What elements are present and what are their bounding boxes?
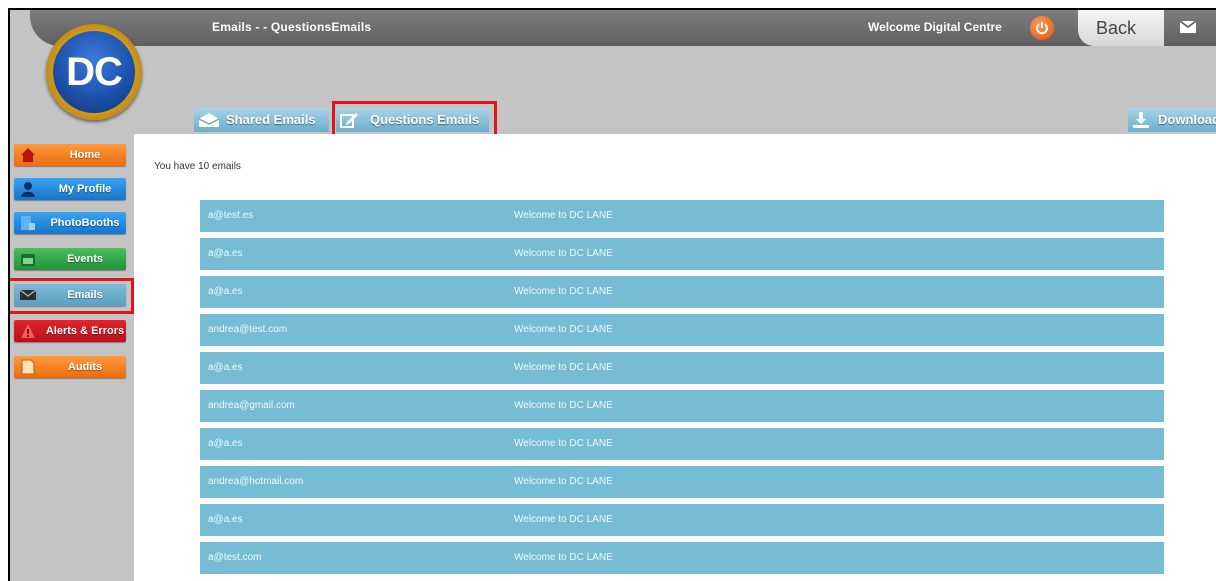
email-subject: Welcome to DC LANE: [514, 248, 613, 259]
table-row[interactable]: andrea@test.com Welcome to DC LANE: [200, 314, 1164, 346]
page-title: Emails - - QuestionsEmails: [212, 20, 372, 34]
sidebar-item-label: Home: [69, 149, 101, 161]
envelope-open-icon: [198, 112, 220, 136]
calendar-icon: [20, 251, 36, 267]
sidebar-item-label: My Profile: [58, 183, 112, 195]
power-icon[interactable]: [1030, 16, 1054, 40]
email-address: a@a.es: [208, 438, 243, 449]
email-address: a@a.es: [208, 362, 243, 373]
email-subject: Welcome to DC LANE: [514, 514, 613, 525]
download-label: Download: [1158, 112, 1216, 127]
home-icon: [20, 147, 36, 163]
warning-icon: [20, 323, 36, 339]
edit-icon: [340, 112, 360, 136]
sidebar-item-home[interactable]: Home: [14, 144, 126, 166]
sidebar-item-label: Events: [66, 253, 104, 265]
main-content: You have 10 emails a@test.es Welcome to D…: [134, 134, 1216, 581]
tab-label: Shared Emails: [226, 112, 316, 127]
document-icon: [20, 359, 36, 375]
email-subject: Welcome to DC LANE: [514, 400, 613, 411]
email-address: a@a.es: [208, 286, 243, 297]
table-row[interactable]: a@a.es Welcome to DC LANE: [200, 428, 1164, 460]
sidebar-item-emails[interactable]: Emails: [14, 284, 126, 306]
sidebar-item-label: Audits: [67, 361, 103, 373]
email-address: andrea@hotmail.com: [208, 476, 304, 487]
email-address: andrea@gmail.com: [208, 400, 295, 411]
email-count: You have 10 emails: [154, 161, 241, 172]
sidebar-item-audits[interactable]: Audits: [14, 356, 126, 378]
email-address: a@test.es: [208, 210, 254, 221]
top-bar: Emails - - QuestionsEmails Welcome Digit…: [30, 10, 1216, 46]
email-subject: Welcome to DC LANE: [514, 324, 613, 335]
table-row[interactable]: andrea@hotmail.com Welcome to DC LANE: [200, 466, 1164, 498]
email-subject: Welcome to DC LANE: [514, 476, 613, 487]
email-subject: Welcome to DC LANE: [514, 210, 613, 221]
table-row[interactable]: a@a.es Welcome to DC LANE: [200, 276, 1164, 308]
sidebar-item-photobooths[interactable]: PhotoBooths: [14, 212, 126, 234]
email-subject: Welcome to DC LANE: [514, 438, 613, 449]
email-list: a@test.es Welcome to DC LANE a@a.es Welcom…: [200, 200, 1164, 580]
sidebar-item-label: PhotoBooths: [50, 217, 120, 229]
mail-icon[interactable]: [1179, 20, 1197, 38]
email-address: a@a.es: [208, 248, 243, 259]
email-subject: Welcome to DC LANE: [514, 552, 613, 563]
photobooth-icon: [20, 215, 36, 231]
welcome-text: Welcome Digital Centre: [868, 20, 1002, 34]
table-row[interactable]: a@a.es Welcome to DC LANE: [200, 238, 1164, 270]
table-row[interactable]: a@test.es Welcome to DC LANE: [200, 200, 1164, 232]
sidebar-item-alerts-errors[interactable]: Alerts & Errors: [14, 320, 126, 342]
dc-logo: DC: [46, 24, 142, 120]
tab-shared-emails[interactable]: Shared Emails: [194, 108, 329, 132]
sidebar-item-label: Alerts & Errors: [45, 325, 125, 337]
email-address: a@test.com: [208, 552, 262, 563]
app-frame: Emails - - QuestionsEmails Welcome Digit…: [8, 8, 1216, 581]
table-row[interactable]: a@test.com Welcome to DC LANE: [200, 542, 1164, 574]
table-row[interactable]: andrea@gmail.com Welcome to DC LANE: [200, 390, 1164, 422]
envelope-icon: [19, 287, 37, 303]
sidebar-item-events[interactable]: Events: [14, 248, 126, 270]
logo-text: DC: [53, 31, 135, 113]
table-row[interactable]: a@a.es Welcome to DC LANE: [200, 352, 1164, 384]
table-row[interactable]: a@a.es Welcome to DC LANE: [200, 504, 1164, 536]
email-address: andrea@test.com: [208, 324, 288, 335]
user-icon: [20, 181, 36, 197]
email-subject: Welcome to DC LANE: [514, 286, 613, 297]
sidebar-item-label: Emails: [67, 289, 103, 301]
tab-label: Questions Emails: [370, 112, 480, 127]
sidebar-item-my-profile[interactable]: My Profile: [14, 178, 126, 200]
download-icon: [1132, 112, 1150, 136]
back-button[interactable]: Back: [1078, 10, 1164, 46]
email-address: a@a.es: [208, 514, 243, 525]
tab-questions-emails[interactable]: Questions Emails: [336, 108, 489, 132]
download-button[interactable]: Download: [1128, 108, 1216, 132]
email-subject: Welcome to DC LANE: [514, 362, 613, 373]
